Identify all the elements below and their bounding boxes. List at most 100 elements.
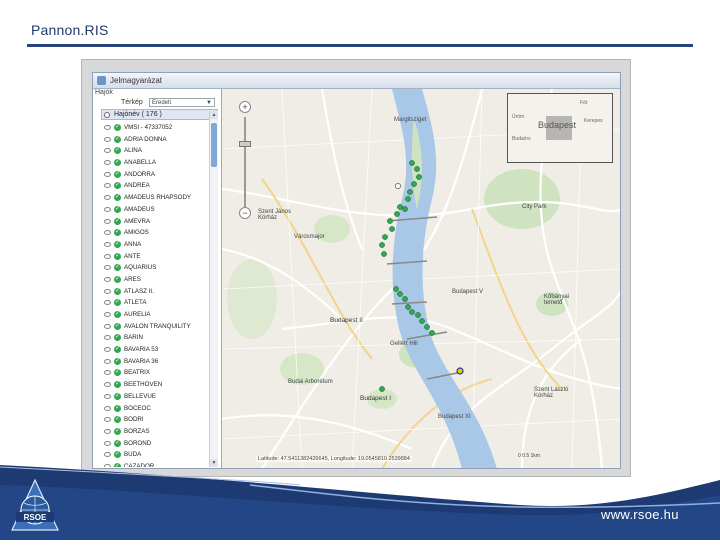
scroll-up-icon[interactable]: ▲ (210, 111, 218, 119)
eye-icon[interactable] (104, 440, 111, 446)
vessel-group-row[interactable]: Hajónév ( 176 ) (101, 109, 218, 120)
check-icon[interactable]: ✓ (114, 217, 121, 225)
eye-icon[interactable] (104, 417, 111, 423)
vessel-list-item[interactable]: ✓ BELLEVUE (101, 391, 213, 403)
eye-icon[interactable] (104, 405, 111, 411)
check-icon[interactable]: ✓ (114, 240, 121, 248)
vessel-list-item[interactable]: ✓ AMADEUS RHAPSODY (101, 192, 213, 204)
vessel-list-item[interactable]: ✓ BOROND (101, 438, 213, 450)
check-icon[interactable]: ✓ (114, 404, 121, 412)
check-icon[interactable]: ✓ (114, 427, 121, 435)
vessel-list-item[interactable]: ✓ BOCEOC (101, 403, 213, 415)
eye-icon[interactable] (104, 171, 111, 177)
zoom-out-icon[interactable]: − (239, 207, 251, 219)
eye-icon[interactable] (104, 253, 111, 259)
vessel-list-item[interactable]: ✓ ANDREA (101, 180, 213, 192)
vessel-list-item[interactable]: ✓ BARIN (101, 332, 213, 344)
eye-icon[interactable] (104, 136, 111, 142)
check-icon[interactable]: ✓ (114, 369, 121, 377)
check-icon[interactable]: ✓ (114, 159, 121, 167)
vessel-list-item[interactable]: ✓ ANDORRA (101, 169, 213, 181)
svg-text:RSOE: RSOE (24, 513, 47, 522)
vessel-list-item[interactable]: ✓ BEATRIX (101, 367, 213, 379)
check-icon[interactable]: ✓ (114, 334, 121, 342)
check-icon[interactable]: ✓ (114, 275, 121, 283)
eye-icon[interactable] (104, 323, 111, 329)
eye-icon[interactable] (104, 148, 111, 154)
vessel-list-item[interactable]: ✓ ANABELLA (101, 157, 213, 169)
vessel-list-item[interactable]: ✓ BORZAS (101, 426, 213, 438)
check-icon[interactable]: ✓ (114, 170, 121, 178)
vessel-list-scrollbar[interactable]: ▲ ▼ (209, 111, 218, 467)
check-icon[interactable]: ✓ (114, 392, 121, 400)
eye-icon[interactable] (104, 276, 111, 282)
eye-icon[interactable] (104, 265, 111, 271)
check-icon[interactable]: ✓ (114, 346, 121, 354)
eye-icon[interactable] (104, 218, 111, 224)
map-type-select[interactable]: Eredeti ▼ (149, 98, 215, 107)
check-icon[interactable]: ✓ (114, 264, 121, 272)
eye-icon[interactable] (104, 312, 111, 317)
check-icon[interactable]: ✓ (114, 135, 121, 143)
vessel-list-item[interactable]: ✓ ARES (101, 274, 213, 286)
eye-icon[interactable] (104, 300, 111, 306)
check-icon[interactable]: ✓ (114, 381, 121, 389)
rsoe-logo: RSOE (11, 478, 59, 531)
scroll-thumb[interactable] (211, 123, 217, 167)
eye-icon[interactable] (104, 382, 111, 388)
check-icon[interactable]: ✓ (114, 311, 121, 318)
eye-icon[interactable] (104, 393, 111, 399)
footer-url[interactable]: www.rsoe.hu (601, 507, 679, 522)
eye-icon[interactable] (104, 125, 111, 130)
vessel-list-item[interactable]: ✓ ANTE (101, 251, 213, 263)
vessel-list-item[interactable]: ✓ AVALON TRANQUILITY (101, 321, 213, 333)
check-icon[interactable]: ✓ (114, 357, 121, 365)
check-icon[interactable]: ✓ (114, 322, 121, 330)
eye-icon[interactable] (104, 241, 111, 247)
vessel-list-item[interactable]: ✓ BODRI (101, 414, 213, 426)
vessel-list-item[interactable]: ✓ AURELIA (101, 309, 213, 321)
check-icon[interactable]: ✓ (114, 416, 121, 424)
eye-icon[interactable] (104, 370, 111, 376)
eye-icon[interactable] (104, 335, 111, 341)
check-icon[interactable]: ✓ (114, 252, 121, 260)
zoom-slider-track[interactable] (244, 117, 246, 207)
vessel-list-item[interactable]: ✓ ADRIA DONNA (101, 134, 213, 146)
check-icon[interactable]: ✓ (114, 194, 121, 202)
eye-icon[interactable] (104, 347, 111, 353)
vessel-list-item[interactable]: ✓ VMSI - 47337052 (101, 122, 213, 134)
vessel-list-item[interactable]: ✓ ALINA (101, 145, 213, 157)
map-view[interactable]: + − Üröm Fót Budaörs Kerepes Budapest Ma… (222, 89, 620, 468)
check-icon[interactable]: ✓ (114, 299, 121, 307)
check-icon[interactable]: ✓ (114, 205, 121, 213)
group-radio[interactable] (104, 112, 110, 118)
check-icon[interactable]: ✓ (114, 229, 121, 237)
check-icon[interactable]: ✓ (114, 182, 121, 190)
vessel-list-item[interactable]: ✓ AMEVRA (101, 216, 213, 228)
eye-icon[interactable] (104, 183, 111, 189)
check-icon[interactable]: ✓ (114, 287, 121, 295)
overview-map[interactable]: Üröm Fót Budaörs Kerepes Budapest (507, 93, 613, 163)
eye-icon[interactable] (104, 195, 111, 201)
eye-icon[interactable] (104, 288, 111, 294)
vessel-list-item[interactable]: ✓ ATLETA (101, 297, 213, 309)
zoom-slider-handle[interactable] (239, 141, 251, 147)
eye-icon[interactable] (104, 230, 111, 236)
vessel-list-item[interactable]: ✓ BEETHOVEN (101, 379, 213, 391)
zoom-in-icon[interactable]: + (239, 101, 251, 113)
check-icon[interactable]: ✓ (114, 147, 121, 155)
vessel-list-item[interactable]: ✓ BAVARIA 53 (101, 344, 213, 356)
vessel-list-item[interactable]: ✓ ANNA (101, 239, 213, 251)
check-icon[interactable]: ✓ (114, 124, 121, 131)
vessel-list-item[interactable]: ✓ AMIGOS (101, 227, 213, 239)
check-icon[interactable]: ✓ (114, 439, 121, 447)
vessel-list-item[interactable]: ✓ BAVARIA 36 (101, 356, 213, 368)
eye-icon[interactable] (104, 358, 111, 364)
eye-icon[interactable] (104, 428, 111, 434)
eye-icon[interactable] (104, 206, 111, 212)
vessel-list-item[interactable]: ✓ AQUARIUS (101, 262, 213, 274)
vessel-list-item[interactable]: ✓ ATLASZ II. (101, 286, 213, 298)
vessel-list-item[interactable]: ✓ AMADEUS (101, 204, 213, 216)
window-titlebar: Jelmagyarázat (93, 73, 620, 89)
eye-icon[interactable] (104, 160, 111, 166)
